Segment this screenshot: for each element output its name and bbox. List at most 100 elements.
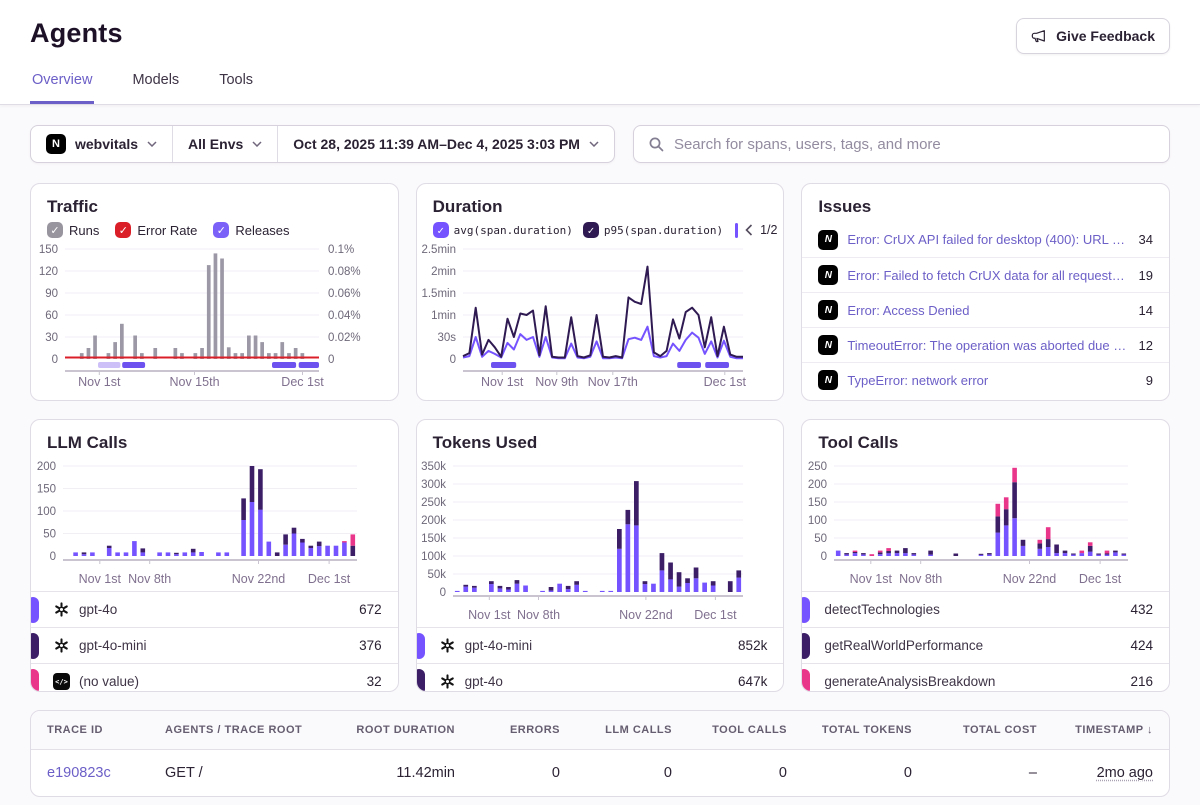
col-header-trace-id[interactable]: Trace ID [31,711,149,749]
legend-row-gpt-4o[interactable]: gpt-4o 672 [31,591,398,627]
issue-count: 12 [1139,338,1153,353]
nextjs-platform-icon: N [818,265,838,285]
trace-row[interactable]: e190823c GET / 11.42min 0 0 0 0 – 2mo ag… [31,750,1169,796]
tab-overview[interactable]: Overview [30,72,94,104]
duration-chart[interactable]: 030s1min1.5min2min2.5minNov 1stNov 9thNo… [417,241,753,389]
give-feedback-button[interactable]: Give Feedback [1016,18,1170,54]
col-header-llm-calls[interactable]: LLM Calls [576,711,688,749]
tab-tools[interactable]: Tools [217,72,255,104]
traffic-card-title: Traffic [47,197,382,217]
svg-text:0: 0 [821,551,827,563]
issue-link[interactable]: Error: CrUX API failed for desktop (400)… [847,232,1129,247]
environment-filter[interactable]: All Envs [173,126,278,162]
legend-toggle-runs[interactable]: ✓ Runs [47,222,99,238]
nextjs-platform-icon: N [818,230,838,250]
environment-filter-label: All Envs [188,136,243,152]
legend-name: gpt-4o-mini [465,638,533,653]
svg-text:Dec 1st: Dec 1st [281,375,324,389]
legend-toggle-p95-duration[interactable]: ✓ p95(span.duration) [583,222,723,238]
search-bar[interactable] [633,125,1170,163]
svg-text:30: 30 [45,332,58,344]
duration-chart-area: 030s1min1.5min2min2.5minNov 1stNov 9thNo… [417,241,784,394]
legend-value: 32 [367,674,382,689]
llm-calls-chart-area: 050100150200Nov 1stNov 8thNov 22ndDec 1s… [31,458,398,591]
charts-row-2: LLM Calls 050100150200Nov 1stNov 8thNov … [30,419,1170,692]
legend-row-gpt-4o[interactable]: gpt-4o 647k [417,663,784,692]
col-header-trace-root[interactable]: Agents / Trace Root [149,711,321,749]
svg-text:200k: 200k [421,515,446,527]
search-icon [648,136,664,152]
legend-row-detect-technologies[interactable]: detectTechnologies 432 [802,591,1169,627]
project-filter[interactable]: N webvitals [31,126,173,162]
legend-toggle-error-rate[interactable]: ✓ Error Rate [115,222,197,238]
date-range-filter[interactable]: Oct 28, 2025 11:39 AM–Dec 4, 2025 3:03 P… [278,126,614,162]
issue-link[interactable]: TypeError: network error [847,373,1136,388]
svg-text:50k: 50k [427,569,446,581]
tool-calls-card-title: Tool Calls [818,433,1153,453]
svg-text:0: 0 [52,354,58,366]
svg-text:120: 120 [39,266,58,278]
traffic-chart[interactable]: 00300.02%600.04%900.06%1200.08%1500.1%No… [31,241,367,389]
give-feedback-label: Give Feedback [1056,28,1155,44]
svg-text:2min: 2min [431,266,456,278]
legend-row-no-value[interactable]: </> (no value) 32 [31,663,398,692]
llm-calls-card-title: LLM Calls [47,433,382,453]
issue-row[interactable]: N TypeError: network error 9 [802,362,1169,397]
col-header-timestamp[interactable]: Timestamp ↓ [1053,711,1169,749]
col-header-errors[interactable]: Errors [471,711,576,749]
legend-row-gpt-4o-mini[interactable]: gpt-4o-mini 376 [31,627,398,663]
issue-row[interactable]: N Error: Access Denied 14 [802,292,1169,327]
issue-link[interactable]: Error: Failed to fetch CrUX data for all… [847,268,1129,283]
series-color-swatch [30,633,39,659]
tokens-used-chart-area: 050k100k150k200k250k300k350kNov 1stNov 8… [417,458,784,627]
col-header-tool-calls[interactable]: Tool Calls [688,711,803,749]
legend-row-get-real-world-performance[interactable]: getRealWorldPerformance 424 [802,627,1169,663]
date-range-label: Oct 28, 2025 11:39 AM–Dec 4, 2025 3:03 P… [293,136,580,152]
issue-link[interactable]: Error: Access Denied [847,303,1129,318]
timestamp-cell[interactable]: 2mo ago [1097,765,1153,781]
pager-count: 1/2 [760,223,777,237]
svg-text:1.5min: 1.5min [421,288,456,300]
llm-calls-chart[interactable]: 050100150200Nov 1stNov 8thNov 22ndDec 1s… [31,458,367,586]
svg-text:Nov 8th: Nov 8th [517,608,560,622]
legend-value: 432 [1130,602,1153,617]
issue-row[interactable]: N TimeoutError: The operation was aborte… [802,327,1169,362]
legend-row-gpt-4o-mini[interactable]: gpt-4o-mini 852k [417,627,784,663]
tab-models[interactable]: Models [130,72,181,104]
legend-name: getRealWorldPerformance [824,638,983,653]
svg-text:200: 200 [37,461,56,473]
legend-name: generateAnalysisBreakdown [824,674,995,689]
tool-calls-chart[interactable]: 050100150200250Nov 1stNov 8thNov 22ndDec… [802,458,1138,586]
legend-toggle-avg-duration[interactable]: ✓ avg(span.duration) [433,222,573,238]
pager-prev-icon[interactable] [745,224,753,236]
svg-text:Nov 15th: Nov 15th [169,375,219,389]
col-header-root-duration[interactable]: Root Duration [321,711,471,749]
svg-text:90: 90 [45,288,58,300]
openai-icon [53,601,70,618]
openai-icon [439,673,456,690]
trace-root-cell: GET / [149,750,321,796]
issue-row[interactable]: N Error: Failed to fetch CrUX data for a… [802,257,1169,292]
tool-calls-legend: detectTechnologies 432 getRealWorldPerfo… [802,591,1169,692]
page-filters: N webvitals All Envs Oct 28, 2025 11:39 … [30,125,615,163]
legend-value: 376 [359,638,382,653]
search-input[interactable] [674,136,1155,153]
trace-id-link[interactable]: e190823c [47,765,111,781]
legend-toggle-releases[interactable]: ✓ Releases [213,222,289,238]
svg-text:0: 0 [328,354,334,366]
series-color-swatch [416,633,425,659]
code-icon: </> [53,673,70,690]
megaphone-icon [1031,28,1047,44]
series-color-swatch [801,633,810,659]
legend-row-generate-analysis-breakdown[interactable]: generateAnalysisBreakdown 216 [802,663,1169,692]
col-header-total-cost[interactable]: Total Cost [928,711,1053,749]
tokens-used-chart[interactable]: 050k100k150k200k250k300k350kNov 1stNov 8… [417,458,753,622]
svg-text:150: 150 [39,244,58,256]
project-filter-label: webvitals [75,136,138,152]
issue-link[interactable]: TimeoutError: The operation was aborted … [847,338,1129,353]
tokens-used-legend: gpt-4o-mini 852k gpt-4o 647k [417,627,784,692]
issue-row[interactable]: N Error: CrUX API failed for desktop (40… [802,222,1169,257]
col-header-total-tokens[interactable]: Total Tokens [803,711,928,749]
svg-text:0.08%: 0.08% [328,266,361,278]
issue-count: 34 [1139,232,1153,247]
